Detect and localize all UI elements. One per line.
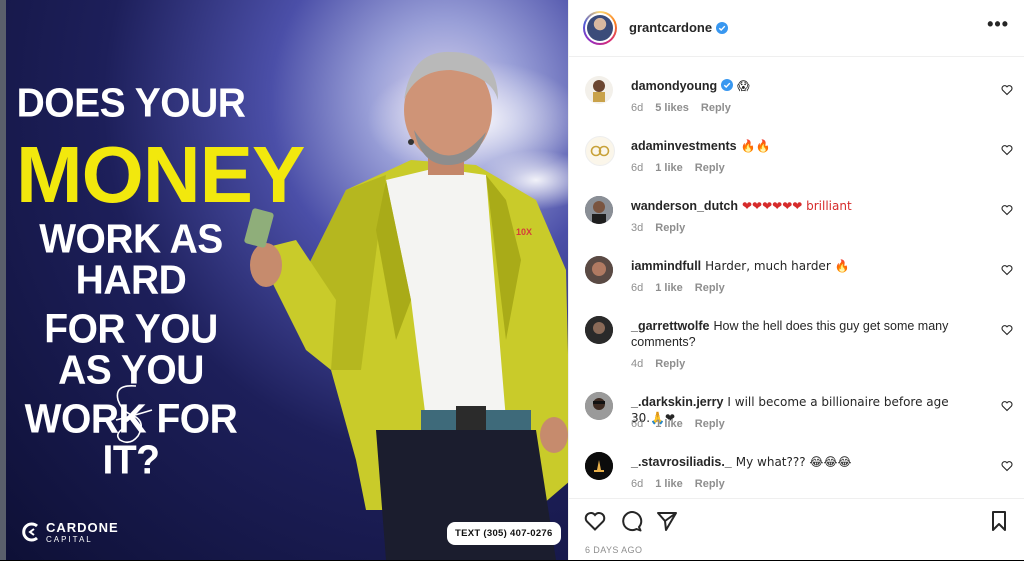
comment-age: 6d (631, 418, 644, 430)
commenter-avatar[interactable] (585, 452, 613, 480)
comment-likes[interactable]: 1 like (655, 162, 683, 174)
more-options-icon[interactable]: ••• (987, 14, 1009, 35)
like-comment-icon[interactable] (1001, 324, 1013, 336)
headline-line: WORK AS HARD (39, 216, 223, 304)
comment-likes[interactable]: 5 likes (655, 102, 689, 114)
comment-text: damondyoung 😱 (631, 78, 961, 94)
post-date: 6 DAYS AGO (585, 545, 643, 555)
verified-badge-icon (716, 21, 729, 34)
reply-button[interactable]: Reply (695, 282, 725, 294)
reply-button[interactable]: Reply (695, 162, 725, 174)
commenter-avatar[interactable] (585, 136, 615, 166)
post-image[interactable]: 10X DOES YOUR MONEY WORK AS HARD FOR YOU… (6, 0, 568, 560)
comment-content: ❤❤❤❤❤❤ brilliant (741, 199, 852, 213)
comment-username[interactable]: iammindfull (631, 259, 701, 273)
like-comment-icon[interactable] (1001, 204, 1013, 216)
shirt-logo: 10X (516, 227, 532, 237)
author-username-link[interactable]: grantcardone (629, 20, 729, 35)
cardone-c-icon (22, 522, 38, 542)
text-phone-badge: TEXT (305) 407-0276 (447, 522, 561, 545)
headline-money: MONEY (16, 130, 305, 219)
comments-list: damondyoung 😱 6d 5 likes Reply adaminvest… (569, 58, 1024, 498)
share-icon[interactable] (655, 509, 679, 533)
commenter-avatar[interactable] (585, 76, 613, 104)
comment-meta: 3d Reply (631, 222, 685, 234)
author-username[interactable]: grantcardone (629, 20, 712, 35)
comment-text: iammindfull Harder, much harder 🔥 (631, 258, 961, 274)
comment-age: 3d (631, 222, 644, 234)
comment-text: _garrettwolfe How the hell does this guy … (631, 318, 961, 350)
headline-line: FOR YOU AS YOU (44, 306, 218, 394)
comment-meta: 6d 1 like Reply (631, 162, 725, 174)
comment-likes[interactable]: 1 like (655, 418, 683, 430)
reply-button[interactable]: Reply (695, 478, 725, 490)
instagram-post-window: 10X DOES YOUR MONEY WORK AS HARD FOR YOU… (0, 0, 1024, 560)
comment-meta: 4d Reply (631, 358, 685, 370)
comment-text: wanderson_dutch ❤❤❤❤❤❤ brilliant (631, 198, 961, 214)
comment-age: 6d (631, 162, 644, 174)
post-action-bar: 6 DAYS AGO (569, 498, 1024, 561)
comment-likes[interactable]: 1 like (655, 282, 683, 294)
logo-subtext: CAPITAL (46, 535, 93, 544)
post-side-panel: grantcardone ••• damondyoung 😱 6d 5 like… (568, 0, 1024, 560)
comment-icon[interactable] (619, 509, 643, 533)
comment-content: 😱 (737, 79, 750, 93)
author-avatar[interactable] (583, 11, 617, 45)
comment-username[interactable]: _garrettwolfe (631, 319, 710, 333)
comment-username[interactable]: damondyoung (631, 79, 717, 93)
reply-button[interactable]: Reply (701, 102, 731, 114)
comment-username[interactable]: _.darkskin.jerry (631, 395, 723, 409)
like-comment-icon[interactable] (1001, 144, 1013, 156)
signature-mark (115, 384, 153, 444)
verified-badge-icon (721, 79, 734, 91)
commenter-avatar[interactable] (585, 196, 613, 224)
comment-age: 6d (631, 282, 644, 294)
save-bookmark-icon[interactable] (987, 509, 1011, 533)
comment-content: 🔥🔥 (740, 139, 771, 153)
cardone-capital-logo: CARDONE CAPITAL (20, 520, 119, 544)
post-header: grantcardone ••• (569, 0, 1024, 57)
commenter-avatar[interactable] (585, 392, 613, 420)
like-comment-icon[interactable] (1001, 84, 1013, 96)
reply-button[interactable]: Reply (695, 418, 725, 430)
comment-meta: 6d 1 like Reply (631, 478, 725, 490)
comment-username[interactable]: adaminvestments (631, 139, 737, 153)
comment-text: _.stavrosiliadis._ My what??? 😂😂😂 (631, 454, 961, 470)
like-comment-icon[interactable] (1001, 400, 1013, 412)
commenter-avatar[interactable] (585, 316, 613, 344)
speaker-figure: 10X (244, 51, 568, 560)
like-comment-icon[interactable] (1001, 264, 1013, 276)
comment-likes[interactable]: 1 like (655, 478, 683, 490)
comment-content: Harder, much harder 🔥 (705, 259, 850, 273)
like-comment-icon[interactable] (1001, 460, 1013, 472)
comment-username[interactable]: _.stavrosiliadis._ (631, 455, 732, 469)
comment-username[interactable]: wanderson_dutch (631, 199, 738, 213)
comment-meta: 6d 1 like Reply (631, 282, 725, 294)
like-icon[interactable] (583, 509, 607, 533)
reply-button[interactable]: Reply (655, 222, 685, 234)
comment-meta: 6d 5 likes Reply (631, 102, 731, 114)
comment-age: 4d (631, 358, 644, 370)
comment-text: adaminvestments 🔥🔥 (631, 138, 961, 154)
comment-age: 6d (631, 102, 644, 114)
comment-content: My what??? 😂😂😂 (735, 455, 852, 469)
commenter-avatar[interactable] (585, 256, 613, 284)
comment-meta: 6d 1 like Reply (631, 418, 725, 430)
reply-button[interactable]: Reply (655, 358, 685, 370)
comment-age: 6d (631, 478, 644, 490)
headline-line: DOES YOUR (16, 80, 246, 127)
logo-text: CARDONE (46, 520, 119, 535)
